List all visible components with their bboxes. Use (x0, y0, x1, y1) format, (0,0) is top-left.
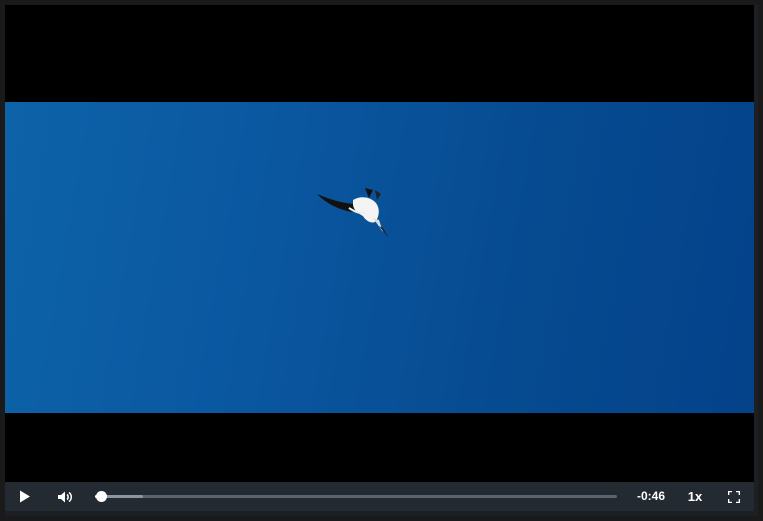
progress-bar[interactable] (95, 491, 617, 502)
play-button[interactable] (13, 482, 37, 511)
video-area[interactable] (5, 5, 754, 482)
fullscreen-button[interactable] (723, 482, 745, 511)
playback-speed-button[interactable]: 1x (681, 482, 709, 511)
fullscreen-icon (728, 490, 740, 503)
control-bar: -0:46 1x (5, 482, 754, 511)
time-remaining: -0:46 (636, 489, 665, 503)
play-icon (20, 490, 30, 503)
progress-handle[interactable] (96, 491, 108, 502)
video-frame (5, 102, 754, 413)
bird-image (317, 188, 389, 238)
volume-button[interactable] (53, 482, 77, 511)
video-player[interactable]: -0:46 1x (5, 5, 754, 511)
volume-icon (58, 491, 72, 502)
